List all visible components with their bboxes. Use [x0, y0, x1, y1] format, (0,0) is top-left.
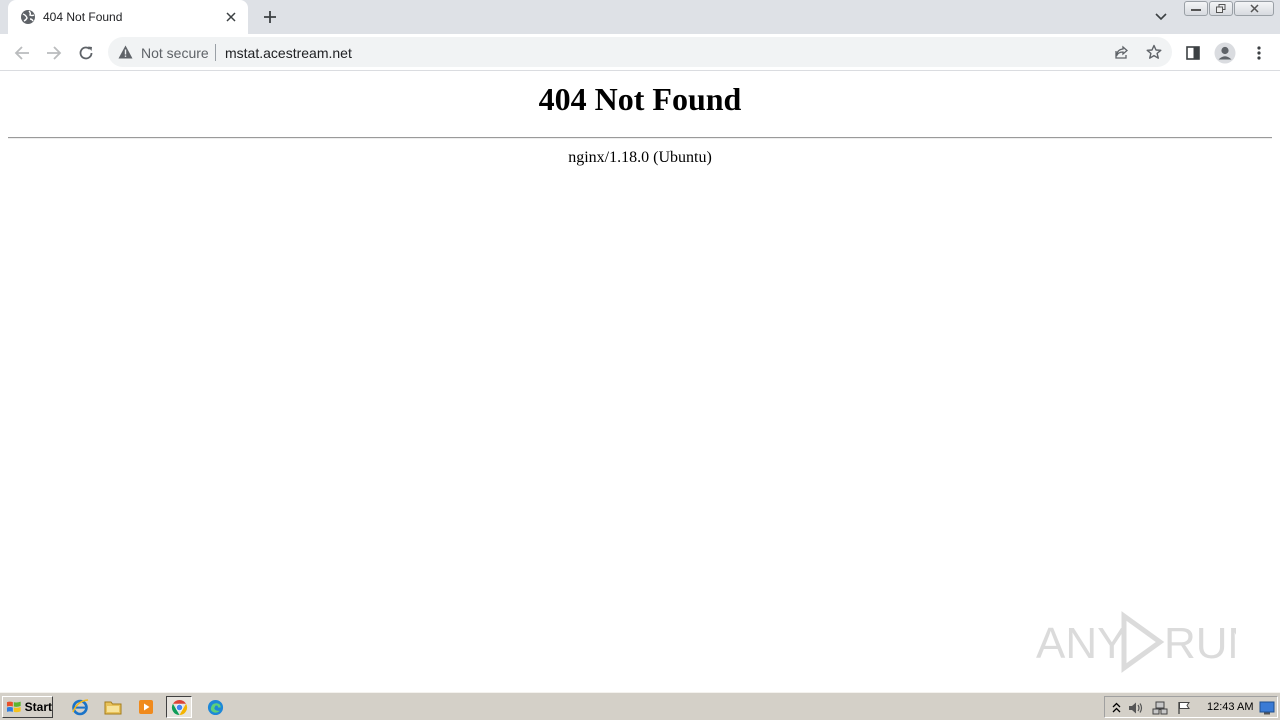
divider: [215, 44, 216, 61]
divider: [8, 137, 1272, 139]
windows-logo-icon: [6, 701, 21, 713]
share-button[interactable]: [1114, 44, 1130, 60]
anyrun-watermark-logo: ANY RUN: [1036, 611, 1236, 673]
edge-icon: [207, 699, 223, 715]
arrow-left-icon: [14, 46, 29, 60]
address-bar[interactable]: Not secure mstat.acestream.net: [108, 37, 1172, 67]
volume-button[interactable]: [1128, 700, 1144, 716]
taskbar-chrome[interactable]: [166, 696, 192, 718]
bookmark-button[interactable]: [1146, 44, 1162, 60]
restore-icon: [1216, 4, 1226, 13]
flag-icon: [1178, 702, 1190, 714]
share-icon: [1115, 45, 1128, 59]
tab-strip: 404 Not Found: [0, 0, 1280, 34]
reload-icon: [79, 46, 93, 60]
taskbar-media-player[interactable]: [133, 696, 159, 718]
play-icon: [1121, 611, 1165, 673]
speaker-icon: [1129, 702, 1143, 714]
network-icon: [1152, 701, 1168, 715]
profile-button[interactable]: [1214, 42, 1236, 64]
menu-button[interactable]: [1248, 42, 1270, 64]
more-vert-icon: [1257, 46, 1261, 60]
plus-icon: [264, 11, 276, 23]
arrow-right-icon: [47, 46, 62, 60]
taskbar: Start 12:43 AM: [0, 692, 1280, 720]
tray-expand-button[interactable]: [1108, 700, 1124, 716]
start-label: Start: [24, 700, 52, 714]
avatar-icon: [1214, 42, 1236, 64]
show-desktop-button[interactable]: [1259, 700, 1275, 716]
new-tab-button[interactable]: [259, 6, 281, 28]
url-text[interactable]: mstat.acestream.net: [225, 45, 352, 61]
page-title: 404 Not Found: [538, 81, 742, 117]
close-tab-button[interactable]: [222, 8, 240, 26]
watermark-text-right: RUN: [1164, 619, 1236, 668]
taskbar-file-explorer[interactable]: [100, 696, 126, 718]
action-center-button[interactable]: [1176, 700, 1192, 716]
server-signature: nginx/1.18.0 (Ubuntu): [568, 149, 712, 166]
tab-search-button[interactable]: [1152, 8, 1170, 26]
back-button[interactable]: [11, 42, 33, 64]
star-icon: [1146, 44, 1162, 59]
minimize-button[interactable]: [1184, 1, 1208, 16]
taskbar-internet-explorer[interactable]: [67, 696, 93, 718]
security-status[interactable]: Not secure: [141, 45, 209, 61]
restore-button[interactable]: [1209, 1, 1233, 16]
chrome-icon: [171, 699, 187, 715]
warning-icon[interactable]: [118, 45, 133, 59]
network-button[interactable]: [1152, 700, 1168, 716]
page-content: 404 Not Found nginx/1.18.0 (Ubuntu) ANY …: [0, 72, 1280, 692]
file-explorer-icon: [104, 701, 122, 715]
close-icon: [1249, 4, 1259, 13]
desktop-icon: [1259, 701, 1275, 715]
taskbar-edge[interactable]: [202, 696, 228, 718]
side-panel-icon: [1186, 46, 1200, 60]
globe-icon: [21, 10, 35, 24]
close-icon: [226, 12, 236, 22]
start-button[interactable]: Start: [2, 696, 53, 718]
reload-button[interactable]: [75, 42, 97, 64]
window-close-button[interactable]: [1234, 1, 1274, 16]
browser-toolbar: Not secure mstat.acestream.net: [0, 34, 1280, 71]
minimize-icon: [1191, 8, 1201, 11]
system-tray: 12:43 AM: [1104, 696, 1278, 718]
side-panel-button[interactable]: [1182, 42, 1204, 64]
watermark-text-left: ANY: [1036, 619, 1126, 668]
chevron-up-icon: [1112, 702, 1120, 713]
taskbar-clock[interactable]: 12:43 AM: [1207, 701, 1253, 713]
internet-explorer-icon: [72, 699, 89, 716]
tab-title: 404 Not Found: [43, 10, 123, 24]
chevron-down-icon: [1155, 13, 1167, 21]
forward-button[interactable]: [43, 42, 65, 64]
browser-tab[interactable]: 404 Not Found: [8, 0, 248, 34]
media-player-icon: [139, 700, 153, 714]
